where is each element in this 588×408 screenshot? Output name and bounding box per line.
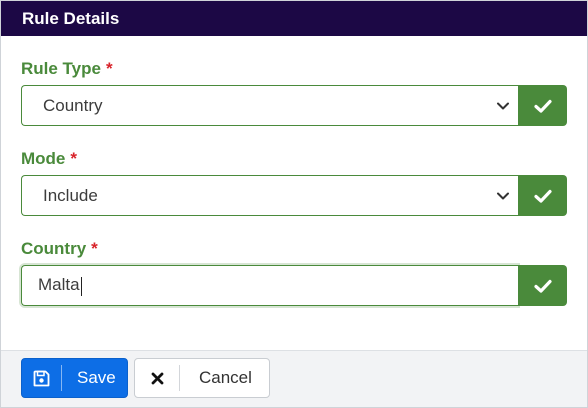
dialog-header: Rule Details (1, 1, 587, 36)
mode-select[interactable]: Include (21, 175, 518, 216)
x-mark-icon (135, 359, 179, 397)
country-group: Malta (21, 265, 567, 308)
rule-type-group: Country (21, 85, 567, 128)
required-asterisk: * (105, 59, 113, 78)
mode-valid-addon (518, 175, 567, 216)
chevron-down-icon (497, 192, 509, 200)
country-input[interactable]: Malta (21, 265, 518, 306)
rule-type-label: Rule Type * (21, 59, 567, 79)
rule-type-value: Country (43, 95, 103, 115)
dialog-footer: Save Cancel (1, 350, 587, 407)
save-button-label: Save (77, 368, 116, 387)
dialog-body: Rule Type * Country Mode * Include Count… (1, 59, 587, 308)
rule-type-label-text: Rule Type (21, 59, 101, 78)
save-button[interactable]: Save (21, 358, 128, 398)
text-caret (80, 276, 82, 296)
mode-group: Include (21, 175, 567, 218)
country-label-text: Country (21, 239, 87, 258)
mode-label-text: Mode (21, 149, 66, 168)
check-icon (533, 99, 552, 113)
country-valid-addon (518, 265, 567, 306)
check-icon (533, 279, 552, 293)
mode-label: Mode * (21, 149, 567, 169)
chevron-down-icon (497, 102, 509, 110)
floppy-disk-icon (22, 359, 61, 397)
dialog-title: Rule Details (22, 8, 120, 28)
rule-type-select[interactable]: Country (21, 85, 518, 126)
required-asterisk: * (70, 149, 78, 168)
country-label: Country * (21, 239, 567, 259)
rule-type-valid-addon (518, 85, 567, 126)
cancel-button[interactable]: Cancel (134, 358, 270, 398)
check-icon (533, 189, 552, 203)
rule-details-dialog: Rule Details Rule Type * Country Mode * (0, 0, 588, 408)
required-asterisk: * (91, 239, 98, 258)
country-input-value: Malta (38, 275, 82, 296)
mode-value: Include (43, 185, 98, 205)
cancel-button-label: Cancel (199, 368, 252, 387)
